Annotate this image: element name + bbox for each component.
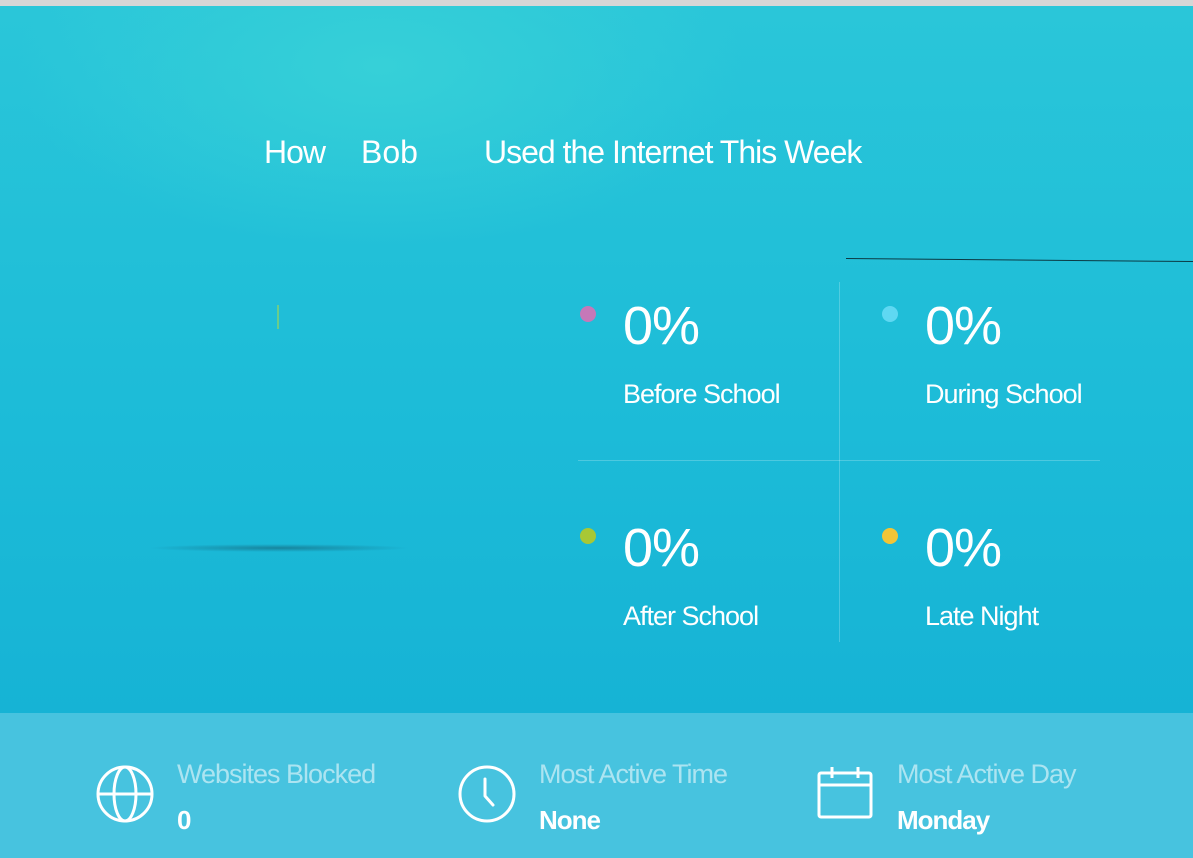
before-school-dot-icon [580,306,596,322]
most-active-day-value: Monday [897,805,990,835]
most-active-day-title: Most Active Day [897,759,1077,789]
websites-blocked-title: Websites Blocked [177,759,376,789]
stats-vertical-divider [839,282,840,642]
late-night-label: Late Night [925,601,1039,631]
page-title: How Bob Used the Internet This Week [0,132,1193,176]
before-school-label: Before School [623,379,781,409]
most-active-time-title: Most Active Time [539,759,728,789]
after-school-label: After School [623,601,759,631]
during-school-label: During School [925,379,1083,409]
most-active-time-value: None [539,805,601,835]
before-school-percent: 0% [623,296,700,356]
late-night-dot-icon [882,528,898,544]
after-school-percent: 0% [623,518,700,578]
globe-icon [96,765,156,825]
clock-icon [458,765,518,825]
summary-footer: Websites Blocked 0 Most Active Time None… [0,713,1193,858]
during-school-percent: 0% [925,296,1002,356]
during-school-dot-icon [882,306,898,322]
title-suffix: Used the Internet This Week [484,134,862,170]
late-night-percent: 0% [925,518,1002,578]
after-school-dot-icon [580,528,596,544]
stats-horizontal-divider [578,460,1100,461]
websites-blocked-value: 0 [177,805,192,835]
usage-pie-chart [277,305,279,329]
child-name: Bob [361,134,418,170]
calendar-icon [816,765,876,825]
title-prefix: How [264,134,326,170]
pie-chart-shadow [148,544,410,552]
